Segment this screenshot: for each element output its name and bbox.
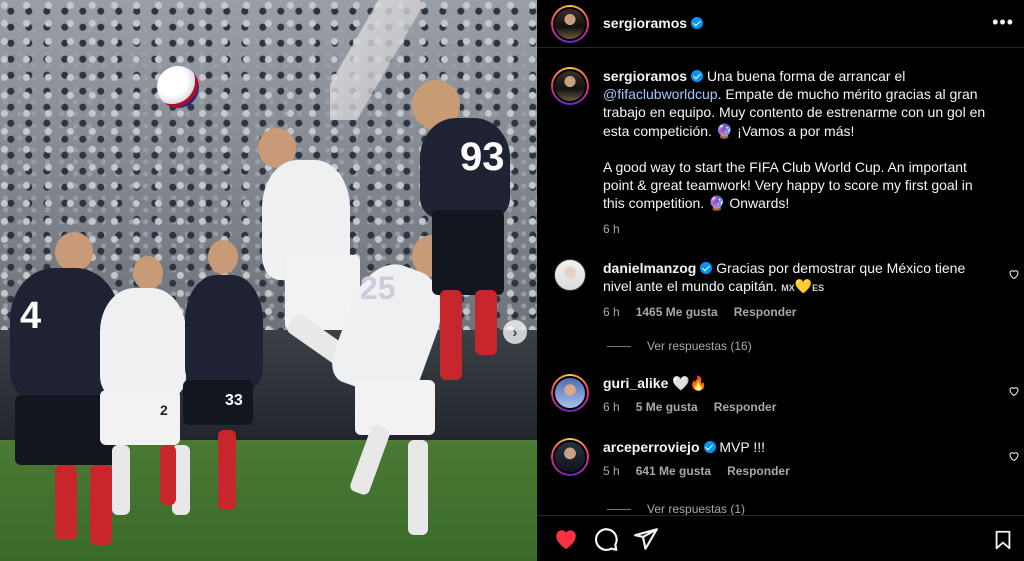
- commenter-username[interactable]: guri_alike: [603, 375, 668, 391]
- heart-outline-icon[interactable]: [1008, 385, 1020, 397]
- mention-link[interactable]: @fifaclubworldcup: [603, 86, 718, 102]
- player-sock: [160, 445, 176, 505]
- player-sock: [112, 445, 130, 515]
- reply-button[interactable]: Responder: [734, 305, 797, 319]
- player-dark-33: [185, 275, 263, 390]
- player-head: [55, 232, 93, 272]
- comment-likes[interactable]: 1465 Me gusta: [636, 305, 718, 319]
- player-sock: [55, 465, 77, 540]
- comment-body: MVP !!!: [719, 439, 766, 455]
- comment-time[interactable]: 5 h: [603, 464, 620, 478]
- player-shorts: [432, 210, 504, 295]
- caption-line: Una buena forma de arrancar el: [706, 68, 906, 84]
- caption-time[interactable]: 6 h: [603, 222, 620, 236]
- flag-mx-icon: MX: [781, 283, 795, 294]
- player-head: [208, 240, 238, 274]
- chevron-right-icon: ›: [512, 324, 518, 340]
- player-sock: [440, 290, 462, 380]
- verified-badge-icon: [700, 262, 713, 274]
- reply-button[interactable]: Responder: [727, 464, 790, 478]
- commenter-username[interactable]: danielmanzog: [603, 260, 696, 276]
- post-actions: [537, 515, 1024, 561]
- author-username-wrap[interactable]: sergioramos: [603, 15, 704, 33]
- commenter-avatar[interactable]: [551, 438, 589, 476]
- author-avatar[interactable]: [551, 4, 589, 43]
- comments-scroll[interactable]: sergioramos Una buena forma de arrancar …: [537, 49, 1024, 515]
- heart-outline-icon[interactable]: [1008, 268, 1020, 280]
- comment-likes[interactable]: 641 Me gusta: [636, 464, 711, 478]
- post-sidebar: sergioramos ••• sergioramos Una buena fo…: [537, 0, 1024, 561]
- verified-badge-icon: [691, 70, 704, 82]
- jersey-number: 4: [20, 295, 42, 337]
- player-sock: [218, 430, 236, 510]
- post-header: sergioramos •••: [537, 0, 1024, 48]
- player-sock: [90, 465, 112, 545]
- view-replies-button[interactable]: Ver respuestas (16): [607, 339, 752, 353]
- reply-button[interactable]: Responder: [714, 400, 777, 414]
- jersey-number: 33: [225, 392, 243, 409]
- view-replies-label: Ver respuestas (1): [647, 502, 746, 515]
- player-white: [100, 288, 186, 398]
- send-icon[interactable]: [633, 526, 659, 552]
- commenter-avatar[interactable]: [554, 259, 586, 291]
- author-avatar[interactable]: [551, 67, 589, 105]
- comment-likes[interactable]: 5 Me gusta: [636, 400, 698, 414]
- view-replies-label: Ver respuestas (16): [647, 339, 752, 353]
- yellow-heart-icon: 💛: [794, 278, 813, 295]
- comment-time[interactable]: 6 h: [603, 400, 620, 414]
- player-shorts: [355, 380, 435, 435]
- comment: danielmanzog Gracias por demostrar que M…: [551, 259, 983, 319]
- verified-badge-icon: [703, 441, 716, 453]
- post-media[interactable]: 4 2 33 25 93 ›: [0, 0, 537, 561]
- player-shorts: [100, 390, 180, 445]
- comment-text: guri_alike 🤍🔥: [603, 374, 998, 392]
- caption: sergioramos Una buena forma de arrancar …: [551, 67, 998, 236]
- comment: arceperroviejo MVP !!! 5 h 641 Me gusta …: [551, 438, 998, 478]
- commenter-avatar[interactable]: [551, 374, 589, 412]
- commenter-username[interactable]: arceperroviejo: [603, 439, 700, 455]
- jersey-number: 2: [160, 402, 168, 418]
- comment-body: 🤍🔥: [672, 375, 708, 391]
- heart-filled-icon[interactable]: [553, 526, 579, 552]
- caption-text: sergioramos Una buena forma de arrancar …: [603, 67, 998, 140]
- carousel-next-button[interactable]: ›: [503, 320, 527, 344]
- bookmark-icon[interactable]: [992, 528, 1014, 552]
- verified-badge-icon: [691, 16, 704, 29]
- caption-username[interactable]: sergioramos: [603, 68, 687, 84]
- player-head: [133, 256, 163, 290]
- comment-text: arceperroviejo MVP !!!: [603, 438, 998, 456]
- jersey-number: 93: [460, 135, 505, 179]
- caption-text-en: A good way to start the FIFA Club World …: [603, 158, 973, 212]
- flag-es-icon: ES: [812, 283, 825, 294]
- soccer-ball: [157, 66, 199, 108]
- heart-outline-icon[interactable]: [1008, 450, 1020, 462]
- player-sock: [408, 440, 428, 535]
- author-username[interactable]: sergioramos: [603, 15, 687, 31]
- more-options-icon[interactable]: •••: [992, 12, 1014, 33]
- view-replies-button[interactable]: Ver respuestas (1): [607, 502, 745, 515]
- player-sock: [475, 290, 497, 355]
- comment-icon[interactable]: [593, 526, 619, 552]
- comment-text: danielmanzog Gracias por demostrar que M…: [603, 259, 983, 297]
- stadium-stairs: [330, 0, 420, 120]
- comment: guri_alike 🤍🔥 6 h 5 Me gusta Responder: [551, 374, 998, 414]
- jersey-number: 25: [360, 270, 396, 306]
- comment-time[interactable]: 6 h: [603, 305, 620, 319]
